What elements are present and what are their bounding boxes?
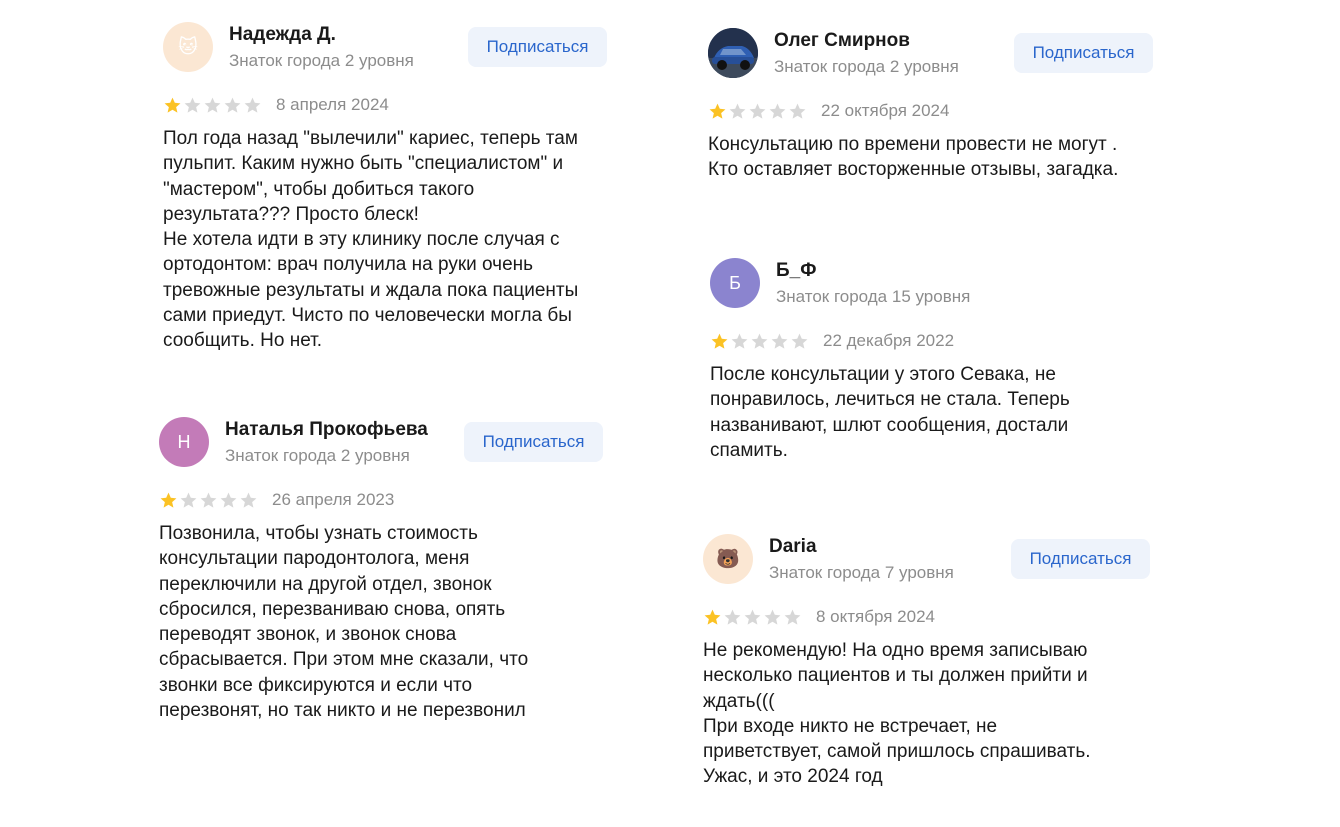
rating-row: 22 октября 2024 [708,100,1158,122]
star-empty-icon [204,97,221,113]
subscribe-button[interactable]: Подписаться [468,27,607,67]
star-rating [710,332,809,351]
star-empty-icon [220,492,237,508]
star-rating [708,102,807,121]
star-filled-icon [160,492,177,508]
author-level: Знаток города 15 уровня [776,287,971,306]
avatar-letter-icon[interactable]: Б [710,258,760,308]
star-rating [163,96,262,115]
star-empty-icon [729,103,746,119]
review-card: 🐻 Daria Знаток города 7 уровня Подписать… [703,534,1163,790]
rating-row: 26 апреля 2023 [159,489,609,511]
star-empty-icon [200,492,217,508]
star-filled-icon [164,97,181,113]
review-text: Не рекомендую! На одно время записываю н… [703,640,1091,788]
review-date: 26 апреля 2023 [272,490,395,509]
star-empty-icon [724,609,741,625]
review-header: Н Наталья Прокофьева Знаток города 2 уро… [159,417,609,469]
car-photo-icon[interactable] [708,28,758,78]
star-empty-icon [784,609,801,625]
review-card: Олег Смирнов Знаток города 2 уровня Подп… [708,28,1158,183]
review-date: 22 декабря 2022 [823,331,955,350]
subscribe-button[interactable]: Подписаться [1011,539,1150,579]
review-text: После консультации у этого Севака, не по… [710,364,1070,461]
rating-row: 22 декабря 2022 [710,330,1160,352]
author-level: Знаток города 2 уровня [225,446,410,465]
review-card: 🐱 Надежда Д. Знаток города 2 уровня Подп… [163,22,613,354]
author-name[interactable]: Надежда Д. [229,24,414,46]
star-empty-icon [764,609,781,625]
author-level: Знаток города 2 уровня [774,57,959,76]
review-date: 22 октября 2024 [821,101,950,120]
review-date: 8 октября 2024 [816,607,935,626]
star-empty-icon [240,492,257,508]
rating-row: 8 апреля 2024 [163,94,613,116]
star-rating [703,608,802,627]
star-empty-icon [224,97,241,113]
star-filled-icon [709,103,726,119]
star-empty-icon [771,333,788,349]
author-level: Знаток города 7 уровня [769,563,954,582]
review-text: Позвонила, чтобы узнать стоимость консул… [159,523,529,722]
review-header: Олег Смирнов Знаток города 2 уровня Подп… [708,28,1158,80]
review-text: Пол года назад "вылечили" кариес, теперь… [163,128,579,352]
star-empty-icon [749,103,766,119]
star-rating [159,491,258,510]
avatar-letter-icon[interactable]: Н [159,417,209,467]
author-info: Олег Смирнов Знаток города 2 уровня [774,30,959,77]
star-empty-icon [244,97,261,113]
review-header: Б Б_Ф Знаток города 15 уровня [710,258,1160,310]
review-date: 8 апреля 2024 [276,95,389,114]
star-empty-icon [789,103,806,119]
author-name[interactable]: Наталья Прокофьева [225,419,428,441]
star-empty-icon [731,333,748,349]
bear-emoji-icon[interactable]: 🐻 [703,534,753,584]
subscribe-button[interactable]: Подписаться [1014,33,1153,73]
subscribe-button[interactable]: Подписаться [464,422,603,462]
star-empty-icon [791,333,808,349]
author-name[interactable]: Daria [769,536,954,558]
star-filled-icon [711,333,728,349]
review-text: Консультацию по времени провести не могу… [708,134,1119,181]
review-header: 🐱 Надежда Д. Знаток города 2 уровня Подп… [163,22,613,74]
author-name[interactable]: Б_Ф [776,260,970,282]
star-empty-icon [751,333,768,349]
star-empty-icon [180,492,197,508]
author-level: Знаток города 2 уровня [229,51,414,70]
car-photo-icon-graphic [708,28,758,78]
star-empty-icon [769,103,786,119]
review-card: Б Б_Ф Знаток города 15 уровня 22 декабря… [710,258,1160,463]
star-empty-icon [184,97,201,113]
author-info: Daria Знаток города 7 уровня [769,536,954,583]
author-info: Б_Ф Знаток города 15 уровня [776,260,970,307]
author-info: Наталья Прокофьева Знаток города 2 уровн… [225,419,428,466]
review-card: Н Наталья Прокофьева Знаток города 2 уро… [159,417,609,723]
star-empty-icon [744,609,761,625]
author-info: Надежда Д. Знаток города 2 уровня [229,24,414,71]
author-name[interactable]: Олег Смирнов [774,30,959,52]
cat-emoji-icon[interactable]: 🐱 [163,22,213,72]
star-filled-icon [704,609,721,625]
review-header: 🐻 Daria Знаток города 7 уровня Подписать… [703,534,1163,586]
rating-row: 8 октября 2024 [703,606,1163,628]
